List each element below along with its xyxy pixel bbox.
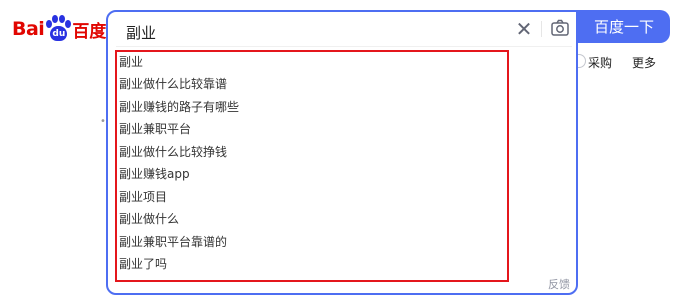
camera-icon[interactable] bbox=[550, 18, 570, 38]
nav-link-more[interactable]: 更多 bbox=[632, 54, 656, 71]
logo-paw-text: du bbox=[50, 26, 68, 41]
suggestion-item[interactable]: 副业项目 bbox=[119, 187, 167, 207]
suggestion-item[interactable]: 副业兼职平台 bbox=[119, 119, 191, 139]
suggestion-item[interactable]: 副业了吗 bbox=[119, 254, 167, 274]
input-divider bbox=[541, 21, 542, 37]
search-input[interactable] bbox=[124, 20, 508, 44]
logo-latin-text: Bai bbox=[12, 18, 45, 40]
nav-icon-stub bbox=[578, 54, 586, 68]
dropdown-separator bbox=[116, 46, 572, 47]
suggestion-item[interactable]: 副业兼职平台靠谱的 bbox=[119, 232, 227, 252]
baidu-logo[interactable]: Bai du 百度 bbox=[12, 14, 106, 44]
suggestion-item[interactable]: 副业赚钱app bbox=[119, 164, 190, 184]
baidu-search-page: Bai du 百度 采购 更多 • ✕ 百度一下 副业 副业做什么比较靠谱 bbox=[0, 0, 700, 302]
feedback-link[interactable]: 反馈 bbox=[548, 276, 570, 292]
suggestion-item[interactable]: 副业做什么比较挣钱 bbox=[119, 142, 227, 162]
nav-link-purchase[interactable]: 采购 bbox=[588, 54, 612, 71]
logo-cn-text: 百度 bbox=[72, 21, 107, 42]
suggestion-item[interactable]: 副业做什么比较靠谱 bbox=[119, 74, 227, 94]
suggestion-item[interactable]: 副业赚钱的路子有哪些 bbox=[119, 97, 239, 117]
paw-icon: du bbox=[45, 15, 72, 43]
close-icon[interactable]: ✕ bbox=[514, 19, 534, 39]
suggestion-item[interactable]: 副业 bbox=[119, 52, 143, 72]
suggestion-item[interactable]: 副业做什么 bbox=[119, 209, 179, 229]
search-button[interactable]: 百度一下 bbox=[578, 10, 670, 43]
suggestion-list: 副业 副业做什么比较靠谱 副业赚钱的路子有哪些 副业兼职平台 副业做什么比较挣钱… bbox=[115, 50, 509, 282]
